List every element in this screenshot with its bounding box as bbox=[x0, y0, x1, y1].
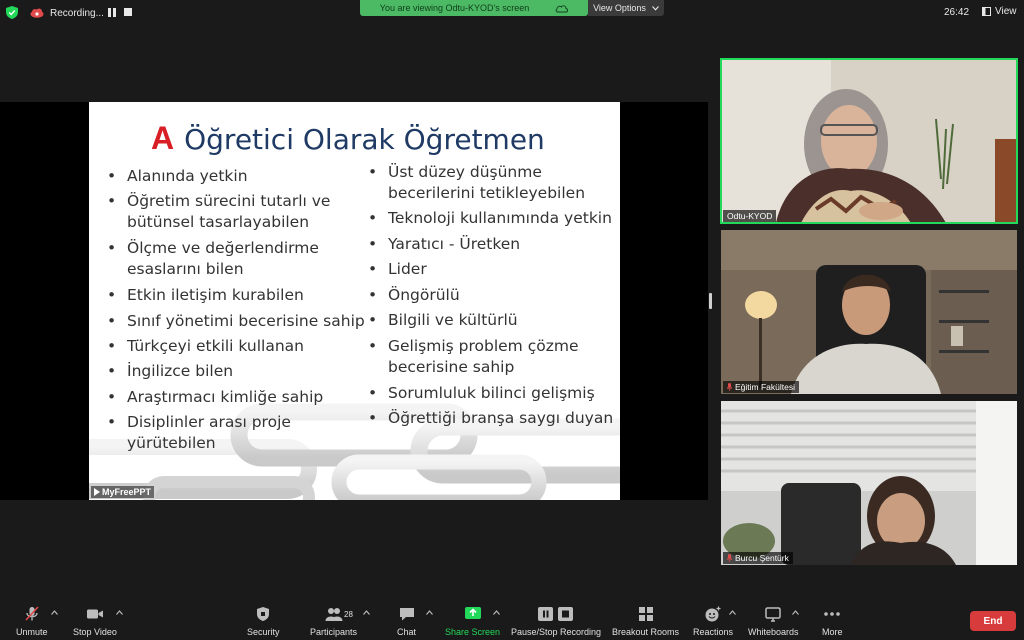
bullet-left-7: İngilizce bilen bbox=[107, 361, 372, 382]
more-button[interactable]: More bbox=[822, 606, 843, 637]
whiteboards-options-caret-icon[interactable] bbox=[792, 610, 799, 615]
share-screen-icon bbox=[464, 607, 481, 619]
shield-check-icon[interactable] bbox=[6, 6, 18, 19]
bullet-right-8: Sorumluluk bilinci gelişmiş bbox=[368, 383, 618, 404]
participant-name-1: Odtu-KYOD bbox=[727, 211, 773, 221]
breakout-rooms-button[interactable]: Breakout Rooms bbox=[612, 606, 679, 637]
participant-tile-1[interactable]: Odtu-KYOD bbox=[720, 58, 1018, 224]
breakout-rooms-label: Breakout Rooms bbox=[612, 627, 680, 637]
video-camera-icon bbox=[86, 609, 103, 619]
chat-bubble-icon bbox=[399, 608, 414, 621]
participant-name-tag-3: Burcu Şentürk bbox=[723, 552, 793, 564]
cloud-icon bbox=[555, 4, 569, 12]
pause-recording-button[interactable] bbox=[108, 8, 116, 17]
stop-video-button[interactable]: Stop Video bbox=[73, 606, 117, 637]
meeting-toolbar: Unmute Stop Video Security Participants … bbox=[0, 602, 1024, 640]
bullet-right-7: Gelişmiş problem çözme becerisine sahip bbox=[368, 336, 588, 378]
bullet-right-4: Lider bbox=[368, 259, 618, 280]
breakout-rooms-icon bbox=[638, 607, 653, 621]
participant-name-tag-1: Odtu-KYOD bbox=[723, 210, 777, 222]
top-bar: Recording... You are viewing Odtu-KYOD's… bbox=[0, 0, 1024, 26]
mic-muted-icon bbox=[727, 554, 732, 562]
participant-name-2: Eğitim Fakültesi bbox=[735, 382, 795, 392]
stop-video-label: Stop Video bbox=[73, 627, 117, 637]
participant-tile-3[interactable]: Burcu Şentürk bbox=[721, 401, 1017, 565]
participant-tile-2[interactable]: Eğitim Fakültesi bbox=[721, 230, 1017, 394]
whiteboards-button[interactable]: Whiteboards bbox=[748, 606, 799, 637]
slide-title-text: Öğretici Olarak Öğretmen bbox=[184, 123, 545, 156]
audio-options-caret-icon[interactable] bbox=[51, 610, 58, 615]
unmute-label: Unmute bbox=[16, 627, 48, 637]
chevron-down-icon bbox=[652, 5, 659, 11]
more-label: More bbox=[822, 627, 843, 637]
meeting-timer: 26:42 bbox=[944, 7, 970, 18]
bullet-left-2: Öğretim sürecini tutarlı ve bütünsel tas… bbox=[107, 191, 357, 233]
bullet-left-3: Ölçme ve değerlendirme esaslarını bilen bbox=[107, 238, 357, 280]
participant-name-tag-2: Eğitim Fakültesi bbox=[723, 381, 799, 393]
watermark-text: MyFreePPT bbox=[102, 487, 152, 497]
view-button[interactable]: View bbox=[982, 6, 1017, 17]
security-button[interactable]: Security bbox=[247, 606, 280, 637]
participant-video-1 bbox=[721, 59, 1017, 223]
play-logo-icon bbox=[94, 488, 100, 496]
whiteboards-label: Whiteboards bbox=[748, 627, 799, 637]
chat-options-caret-icon[interactable] bbox=[426, 610, 433, 615]
recording-indicator: Recording... bbox=[30, 5, 104, 21]
chat-label: Chat bbox=[397, 627, 417, 637]
bullet-right-3: Yaratıcı - Üretken bbox=[368, 234, 618, 255]
video-options-caret-icon[interactable] bbox=[116, 610, 123, 615]
bullet-right-5: Öngörülü bbox=[368, 285, 618, 306]
share-options-caret-icon[interactable] bbox=[493, 610, 500, 615]
view-options-button[interactable]: View Options bbox=[588, 0, 664, 16]
whiteboard-icon bbox=[765, 607, 782, 622]
bullet-left-6: Türkçeyi etkili kullanan bbox=[107, 336, 372, 357]
viewing-banner-text: You are viewing Odtu-KYOD's screen bbox=[379, 3, 530, 13]
participant-video-2 bbox=[721, 230, 1017, 394]
participant-name-3: Burcu Şentürk bbox=[735, 553, 789, 563]
cloud-recording-icon bbox=[30, 8, 44, 18]
slide-watermark: MyFreePPT bbox=[91, 486, 155, 498]
reactions-button[interactable]: Reactions bbox=[693, 606, 733, 637]
bullet-right-1: Üst düzey düşünme becerilerini tetikleye… bbox=[368, 162, 603, 204]
viewing-banner: You are viewing Odtu-KYOD's screen bbox=[360, 0, 588, 16]
presentation-slide: A Öğretici Olarak Öğretmen Alanında yetk… bbox=[89, 102, 620, 500]
bullet-left-8: Araştırmacı kimliğe sahip bbox=[107, 387, 372, 408]
chat-button[interactable]: Chat bbox=[397, 606, 416, 637]
smiley-plus-icon bbox=[705, 606, 721, 622]
participant-video-3 bbox=[721, 401, 1017, 565]
slide-title: A Öğretici Olarak Öğretmen bbox=[151, 120, 545, 157]
participants-icon bbox=[325, 608, 343, 621]
mic-muted-icon bbox=[727, 383, 732, 391]
share-screen-label: Share Screen bbox=[445, 627, 501, 637]
mic-muted-icon bbox=[25, 606, 39, 621]
stop-recording-button[interactable] bbox=[124, 8, 132, 16]
reactions-label: Reactions bbox=[693, 627, 734, 637]
pause-stop-recording-button[interactable]: Pause/Stop Recording bbox=[511, 606, 601, 637]
view-layout-icon bbox=[982, 7, 991, 16]
reactions-options-caret-icon[interactable] bbox=[729, 610, 736, 615]
bullet-left-5: Sınıf yönetimi becerisine sahip bbox=[107, 311, 372, 332]
bullet-left-1: Alanında yetkin bbox=[107, 166, 357, 187]
unmute-button[interactable]: Unmute bbox=[16, 606, 48, 637]
slide-title-letter: A bbox=[151, 120, 175, 156]
end-meeting-button[interactable]: End bbox=[970, 611, 1016, 631]
security-label: Security bbox=[247, 627, 280, 637]
shield-icon bbox=[257, 607, 270, 621]
recording-label: Recording... bbox=[50, 7, 104, 19]
participants-label: Participants bbox=[310, 627, 358, 637]
pause-stop-recording-label: Pause/Stop Recording bbox=[511, 627, 602, 637]
bullet-right-6: Bilgili ve kültürlü bbox=[368, 310, 618, 331]
bullet-right-2: Teknoloji kullanımında yetkin bbox=[368, 208, 618, 229]
pause-stop-icons bbox=[538, 607, 574, 621]
bullet-right-9: Öğrettiği branşa saygı duyan bbox=[368, 408, 618, 429]
participants-options-caret-icon[interactable] bbox=[363, 610, 370, 615]
share-screen-button[interactable]: Share Screen bbox=[445, 606, 500, 637]
more-dots-icon bbox=[824, 612, 841, 616]
split-resize-handle[interactable] bbox=[709, 293, 712, 309]
view-options-label: View Options bbox=[593, 3, 646, 13]
bullet-left-9: Disiplinler arası proje yürütebilen bbox=[107, 412, 327, 454]
view-label: View bbox=[995, 6, 1017, 17]
bullet-left-4: Etkin iletişim kurabilen bbox=[107, 285, 367, 306]
participants-count-badge: 28 bbox=[344, 610, 353, 619]
